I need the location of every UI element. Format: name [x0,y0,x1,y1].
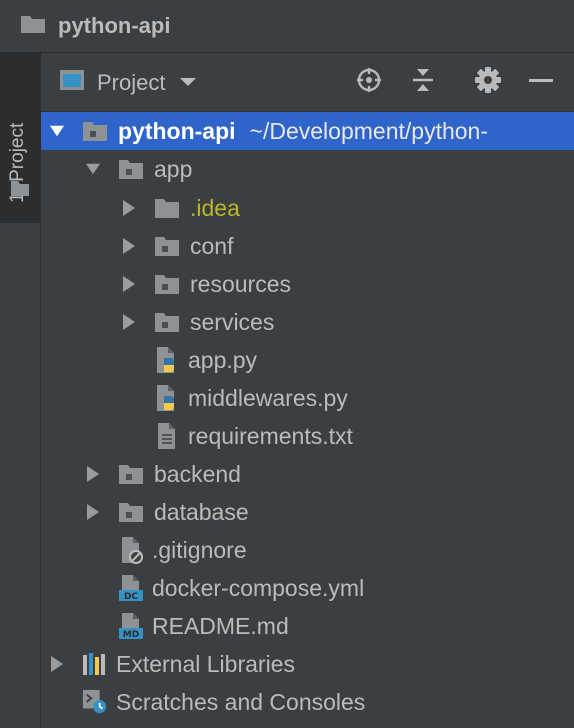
docker-compose-file-icon: DC [118,575,144,602]
gear-icon [474,66,502,99]
file-name: .gitignore [152,536,247,563]
folder-name: app [154,155,193,182]
external-libraries-label: External Libraries [116,650,295,677]
tree-row-services[interactable]: services [41,303,574,341]
folder-icon [118,499,144,525]
folder-name: resources [190,270,291,297]
collapse-all-button[interactable] [409,68,437,96]
chevron-right-icon[interactable] [122,314,136,330]
folder-icon [10,179,30,202]
folder-icon [154,233,180,259]
chevron-right-icon[interactable] [86,466,100,482]
file-badge-text: MD [123,630,139,640]
folder-name: database [154,498,249,525]
chevron-right-icon[interactable] [122,238,136,254]
view-selector[interactable]: Project [59,69,197,96]
collapse-all-icon [409,66,437,99]
chevron-down-icon[interactable] [86,162,100,176]
file-name: docker-compose.yml [152,574,365,601]
folder-name: backend [154,460,241,487]
locate-file-button[interactable] [355,66,383,99]
tree-row-app-py[interactable]: app.py [41,341,574,379]
file-name: middlewares.py [188,384,348,411]
folder-icon [154,309,180,335]
tree-row-external-libraries[interactable]: External Libraries [41,645,574,683]
chevron-right-icon[interactable] [122,200,136,216]
text-file-icon [154,423,180,449]
tree-row-gitignore[interactable]: .gitignore [41,531,574,569]
root-folder-name: python-api [118,117,236,144]
project-tree[interactable]: python-api ~/Development/python- app .id… [41,112,574,728]
view-selector-label: Project [97,69,166,95]
tree-row-backend[interactable]: backend [41,455,574,493]
folder-icon [118,461,144,487]
tree-row-root[interactable]: python-api ~/Development/python- [41,112,574,150]
tree-row-requirements[interactable]: requirements.txt [41,417,574,455]
chevron-down-icon [179,74,197,92]
window-title-bar: python-api [0,0,574,53]
folder-name: .idea [190,194,240,221]
chevron-right-icon[interactable] [50,656,64,672]
tree-row-middlewares-py[interactable]: middlewares.py [41,379,574,417]
left-tool-strip: 1: Project [0,53,41,728]
file-name: README.md [152,612,289,639]
chevron-right-icon[interactable] [86,504,100,520]
tree-row-idea[interactable]: .idea [41,189,574,227]
markdown-file-icon: MD [118,613,144,640]
settings-button[interactable] [474,66,502,99]
folder-icon [154,195,180,221]
tree-row-readme[interactable]: MD README.md [41,607,574,645]
folder-icon [118,156,144,182]
window-title: python-api [58,13,171,38]
chevron-down-icon[interactable] [50,124,64,138]
folder-icon [154,271,180,297]
file-name: requirements.txt [188,422,353,449]
python-file-icon [154,385,180,411]
minimize-icon [528,66,554,99]
chevron-right-icon[interactable] [122,276,136,292]
python-file-icon [154,347,180,373]
locate-icon [355,66,383,99]
libraries-icon [82,651,108,677]
hide-panel-button[interactable] [527,68,555,96]
scratches-label: Scratches and Consoles [116,688,366,715]
project-tool-tab[interactable]: 1: Project [0,53,40,223]
tree-row-docker-compose[interactable]: DC docker-compose.yml [41,569,574,607]
file-name: app.py [188,346,258,373]
scratches-icon [82,689,108,715]
folder-name: conf [190,232,234,259]
folder-icon [20,14,46,39]
project-view-icon [59,69,85,96]
tree-row-resources[interactable]: resources [41,265,574,303]
tree-row-conf[interactable]: conf [41,227,574,265]
tree-row-scratches[interactable]: Scratches and Consoles [41,683,574,721]
folder-icon [82,118,108,144]
project-panel-header: Project [41,53,574,112]
file-badge-text: DC [124,592,138,602]
tree-row-app[interactable]: app [41,150,574,188]
folder-name: services [190,308,275,335]
root-folder-path: ~/Development/python- [249,117,488,144]
ignore-file-icon [118,537,144,564]
tree-row-database[interactable]: database [41,493,574,531]
